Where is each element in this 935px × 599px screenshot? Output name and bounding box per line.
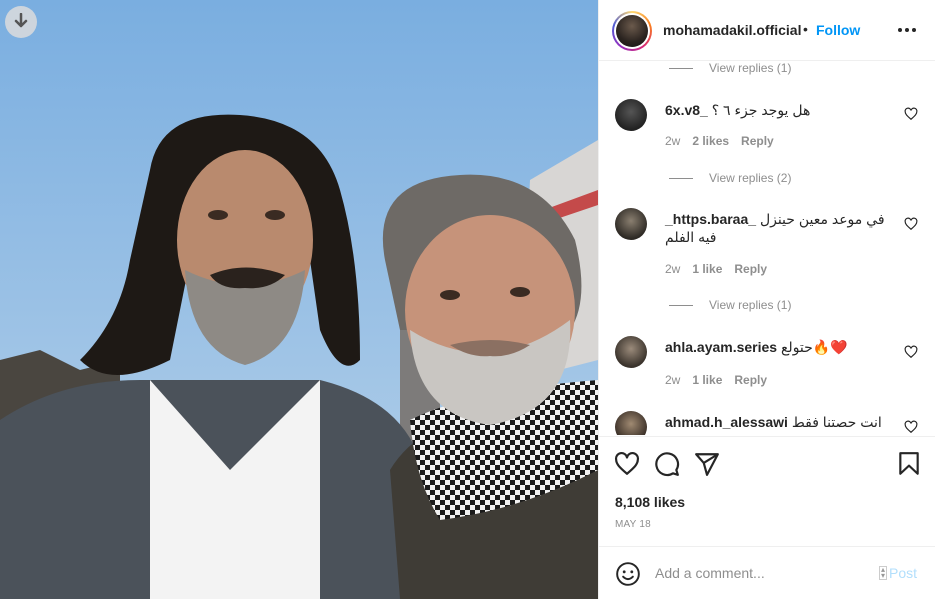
more-horizontal-icon — [898, 28, 916, 32]
add-comment-bar: ▴▾ Post — [599, 546, 935, 599]
comment-likes[interactable]: 1 like — [692, 373, 722, 387]
comments-list[interactable]: View replies (1) 6x.v8_ هل يوجد جزء ٦ ؟ … — [599, 61, 935, 435]
comment-reply-button[interactable]: Reply — [734, 373, 767, 387]
comment-time[interactable]: 2w — [665, 373, 680, 387]
comment-time[interactable]: 2w — [665, 134, 680, 148]
comment-reply-button[interactable]: Reply — [734, 262, 767, 276]
comment-like-heart-icon[interactable] — [904, 217, 918, 231]
commenter-username[interactable]: ahmad.h_alessawi — [665, 414, 788, 430]
post-photo-image — [0, 0, 598, 599]
commenter-username[interactable]: ahla.ayam.series — [665, 339, 777, 355]
comment-input[interactable] — [655, 562, 865, 584]
comment-likes[interactable]: 2 likes — [692, 134, 729, 148]
comment-text-row: ahmad.h_alessawi انت حصتنا فقط — [665, 413, 893, 431]
heart-icon[interactable] — [614, 451, 640, 477]
comment-like-heart-icon[interactable] — [904, 107, 918, 121]
post-side-panel: mohamadakil.official • Follow View repli… — [598, 0, 935, 599]
commenter-avatar[interactable] — [615, 411, 647, 435]
comment-meta: 2w 1 like Reply — [665, 262, 779, 276]
view-replies-label: View replies (1) — [709, 298, 792, 312]
comment-like-heart-icon[interactable] — [904, 420, 918, 434]
view-replies-button[interactable]: View replies (1) — [669, 298, 791, 312]
replies-line — [669, 304, 693, 306]
post-actions: 8,108 likes MAY 18 — [599, 436, 935, 546]
comment-likes[interactable]: 1 like — [692, 262, 722, 276]
comment-meta: 2w 1 like Reply — [665, 373, 779, 387]
commenter-username[interactable]: _https.baraa_ — [665, 211, 756, 227]
profile-avatar[interactable] — [612, 11, 652, 51]
post-label: Post — [889, 565, 918, 581]
view-replies-label: View replies (1) — [709, 61, 792, 75]
post-photo — [0, 0, 598, 599]
more-options-button[interactable] — [895, 20, 919, 40]
replies-line — [669, 67, 693, 69]
comment-text-row: ahla.ayam.series حتولع🔥❤️ — [665, 338, 893, 356]
replies-line — [669, 177, 693, 179]
download-button[interactable] — [5, 6, 37, 38]
post-comment-button[interactable]: ▴ ▾ Post — [879, 565, 917, 581]
spinner-caret-icon: ▴ ▾ — [879, 565, 887, 580]
avatar-image — [616, 15, 648, 47]
share-icon[interactable] — [694, 451, 720, 477]
comment-meta: 2w 2 likes Reply — [665, 134, 786, 148]
commenter-username[interactable]: 6x.v8_ — [665, 102, 708, 118]
header-separator: • — [803, 21, 808, 37]
comment-reply-button[interactable]: Reply — [741, 134, 774, 148]
comment-time[interactable]: 2w — [665, 262, 680, 276]
commenter-avatar[interactable] — [615, 208, 647, 240]
commenter-avatar[interactable] — [615, 336, 647, 368]
emoji-icon[interactable] — [615, 561, 641, 587]
post-date[interactable]: MAY 18 — [615, 519, 651, 530]
comment-icon[interactable] — [654, 451, 680, 477]
post-header: mohamadakil.official • Follow — [599, 0, 935, 61]
comment-text-row: _https.baraa_ في موعد معين حينزل فيه الف… — [665, 210, 893, 246]
view-replies-button[interactable]: View replies (1) — [669, 61, 791, 75]
bookmark-icon[interactable] — [896, 451, 922, 477]
comment-text-row: 6x.v8_ هل يوجد جزء ٦ ؟ — [665, 101, 893, 119]
follow-button[interactable]: Follow — [816, 22, 860, 38]
comment-body: هل يوجد جزء ٦ ؟ — [711, 102, 811, 118]
view-replies-label: View replies (2) — [709, 171, 792, 185]
comment-like-heart-icon[interactable] — [904, 345, 918, 359]
view-replies-button[interactable]: View replies (2) — [669, 171, 791, 185]
profile-username-link[interactable]: mohamadakil.official — [663, 22, 801, 38]
comment-body: حتولع🔥❤️ — [780, 339, 848, 355]
download-arrow-icon — [14, 13, 28, 28]
likes-count[interactable]: 8,108 likes — [615, 494, 685, 510]
comment-body: انت حصتنا فقط — [791, 414, 882, 430]
commenter-avatar[interactable] — [615, 99, 647, 131]
